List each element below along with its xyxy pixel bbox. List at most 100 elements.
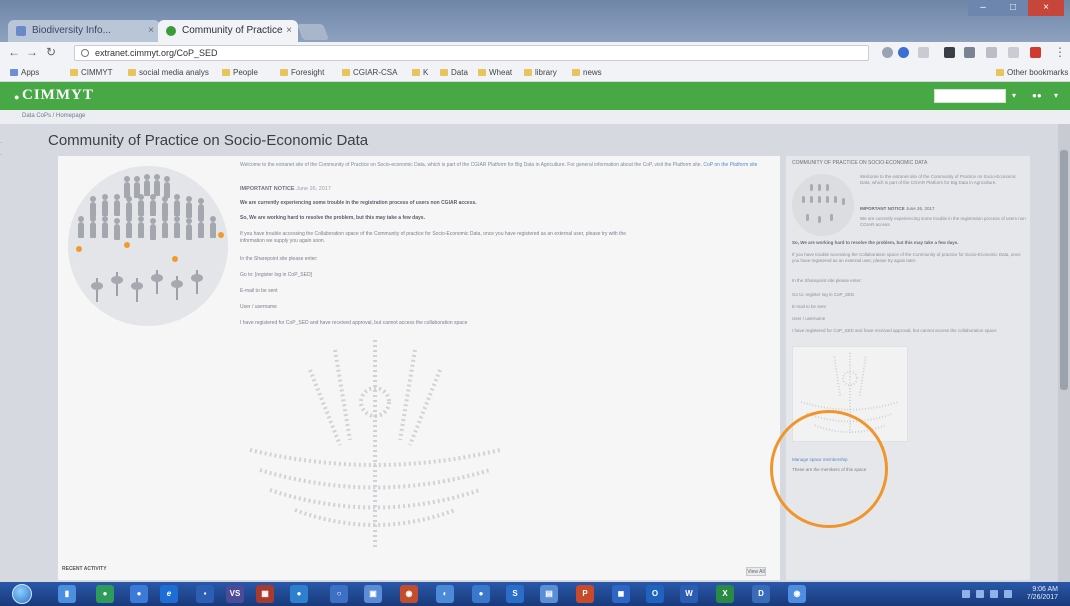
page-favicon-icon (16, 26, 26, 36)
maximize-button[interactable]: □ (998, 0, 1028, 16)
sidebar-line[interactable]: Go to: register log in CoP_SED (792, 292, 1028, 298)
sidebar-bold-line: So, We are working hard to resolve the p… (792, 240, 959, 245)
minimize-button[interactable]: – (968, 0, 998, 16)
explorer-icon[interactable]: ▮ (58, 585, 76, 603)
volume-icon[interactable] (990, 590, 998, 598)
app-icon[interactable]: ○ (330, 585, 348, 603)
extension-icon[interactable] (986, 47, 997, 58)
bookmark-cgiar-csa[interactable]: CGIAR-CSA (342, 68, 397, 77)
new-tab-button[interactable] (297, 24, 329, 40)
search-icon[interactable] (882, 47, 893, 58)
close-tab-icon[interactable]: × (148, 20, 154, 42)
app-icon[interactable]: ▦ (256, 585, 274, 603)
tab-label: Community of Practice (182, 25, 283, 36)
close-tab-icon[interactable]: × (286, 20, 292, 42)
tab-label: Biodiversity Info... (32, 25, 111, 36)
app-icon[interactable]: D (752, 585, 770, 603)
outlook-icon[interactable]: O (646, 585, 664, 603)
app-icon[interactable]: ◉ (788, 585, 806, 603)
app-icon[interactable]: ▤ (540, 585, 558, 603)
start-button[interactable] (12, 584, 32, 604)
notice-line[interactable]: Go to: [register log in CoP_SED] (240, 272, 312, 279)
bookmark-data[interactable]: Data (440, 68, 468, 77)
platform-link[interactable]: CoP on the Platform site (703, 162, 757, 168)
bookmark-cimmyt[interactable]: CIMMYT (70, 68, 113, 77)
app-icon[interactable]: ● (472, 585, 490, 603)
system-clock[interactable]: 9:06 AM 7/26/2017 (1027, 586, 1058, 602)
intro-paragraph: Welcome to the extranet site of the Comm… (240, 162, 770, 169)
skype-icon[interactable]: S (506, 585, 524, 603)
bookmark-apps[interactable]: Apps (10, 68, 39, 77)
nav-toggle-icon[interactable]: ● (14, 92, 19, 102)
forward-arrow-icon[interactable]: → (26, 45, 38, 59)
view-all-button[interactable]: View All (746, 567, 766, 576)
sidebar-blurb: Welcome to the extranet site of the Comm… (860, 174, 1016, 185)
sidebar-notice-heading: IMPORTANT NOTICE June 26, 2017 (860, 206, 935, 211)
reload-icon[interactable]: ↻ (46, 45, 56, 59)
intro-text: Welcome to the extranet site of the Comm… (240, 162, 702, 168)
bookmark-star-icon[interactable] (918, 47, 929, 58)
clock-time: 9:06 AM (1032, 586, 1058, 593)
notice-line: User / username (240, 304, 277, 310)
bookmark-library[interactable]: library (524, 68, 557, 77)
notice-line: We are currently experiencing some troub… (240, 200, 477, 206)
site-header: ● CIMMYT ▾ ●● ▾ (0, 82, 1070, 110)
app-icon[interactable]: ▪ (196, 585, 214, 603)
notice-line: In the Sharepoint site please enter: (240, 256, 318, 262)
chrome-icon[interactable]: ◉ (400, 585, 418, 603)
network-icon[interactable] (976, 590, 984, 598)
app-icon[interactable]: ● (290, 585, 308, 603)
tray-up-arrow-icon[interactable] (962, 590, 970, 598)
illustration-circle (68, 166, 228, 326)
extension-icon[interactable] (964, 47, 975, 58)
community-illustration (62, 160, 232, 335)
site-search-input[interactable] (934, 89, 1006, 103)
breadcrumb[interactable]: Data CoPs / Homepage (0, 110, 1070, 124)
url-input[interactable]: extranet.cimmyt.org/CoP_SED (74, 45, 869, 61)
extension-icon[interactable] (1008, 47, 1019, 58)
bookmark-people[interactable]: People (222, 68, 258, 77)
notice-heading: IMPORTANT NOTICE June 26, 2017 (240, 186, 331, 192)
settings-icon[interactable]: ▾ (1054, 91, 1058, 100)
bookmark-wheat[interactable]: Wheat (478, 68, 512, 77)
notice-line: E-mail to be sent (240, 288, 278, 294)
excel-icon[interactable]: X (716, 585, 734, 603)
connection-dot (218, 232, 224, 238)
user-menu-icon[interactable]: ●● (1032, 91, 1042, 100)
page-title: Community of Practice on Socio-Economic … (48, 132, 369, 149)
extension-icon[interactable] (944, 47, 955, 58)
app-icon[interactable]: ● (96, 585, 114, 603)
search-icon[interactable]: ▾ (1012, 91, 1016, 100)
extension-icon[interactable] (1030, 47, 1041, 58)
extension-icon[interactable] (898, 47, 909, 58)
visual-studio-icon[interactable]: VS (226, 585, 244, 603)
sidebar-line: In the Sharepoint site please enter: (792, 278, 862, 283)
tab-community-of-practice[interactable]: Community of Practice × (158, 20, 298, 42)
site-info-icon[interactable] (81, 49, 89, 57)
site-logo[interactable]: CIMMYT (22, 87, 94, 104)
notice-date: June 26, 2017 (296, 186, 331, 192)
app-icon[interactable]: ▣ (364, 585, 382, 603)
app-icon[interactable]: ◐ (436, 585, 454, 603)
sidebar-line: E-mail to be sent (792, 304, 826, 309)
powerpoint-icon[interactable]: P (576, 585, 594, 603)
scrollbar-thumb[interactable] (1060, 150, 1068, 390)
bookmark-social-media[interactable]: social media analys (128, 68, 209, 77)
word-icon[interactable]: W (680, 585, 698, 603)
bookmark-foresight[interactable]: Foresight (280, 68, 324, 77)
app-icon[interactable]: ● (130, 585, 148, 603)
close-window-button[interactable]: × (1028, 0, 1064, 16)
flag-icon[interactable] (1004, 590, 1012, 598)
tab-biodiversity[interactable]: Biodiversity Info... × (8, 20, 160, 42)
menu-kebab-icon[interactable]: ⋮ (1054, 45, 1066, 59)
bookmark-news[interactable]: news (572, 68, 602, 77)
internet-explorer-icon[interactable]: e (160, 585, 178, 603)
back-arrow-icon[interactable]: ← (8, 45, 20, 59)
connection-dot (76, 246, 82, 252)
annotation-circle (770, 410, 888, 528)
app-icon[interactable]: ◼ (612, 585, 630, 603)
bookmark-k[interactable]: K (412, 68, 428, 77)
recent-activity-heading: RECENT ACTIVITY (62, 566, 107, 572)
notice-line: I have registered for CoP_SED and have r… (240, 320, 468, 326)
other-bookmarks[interactable]: Other bookmarks (996, 68, 1068, 77)
